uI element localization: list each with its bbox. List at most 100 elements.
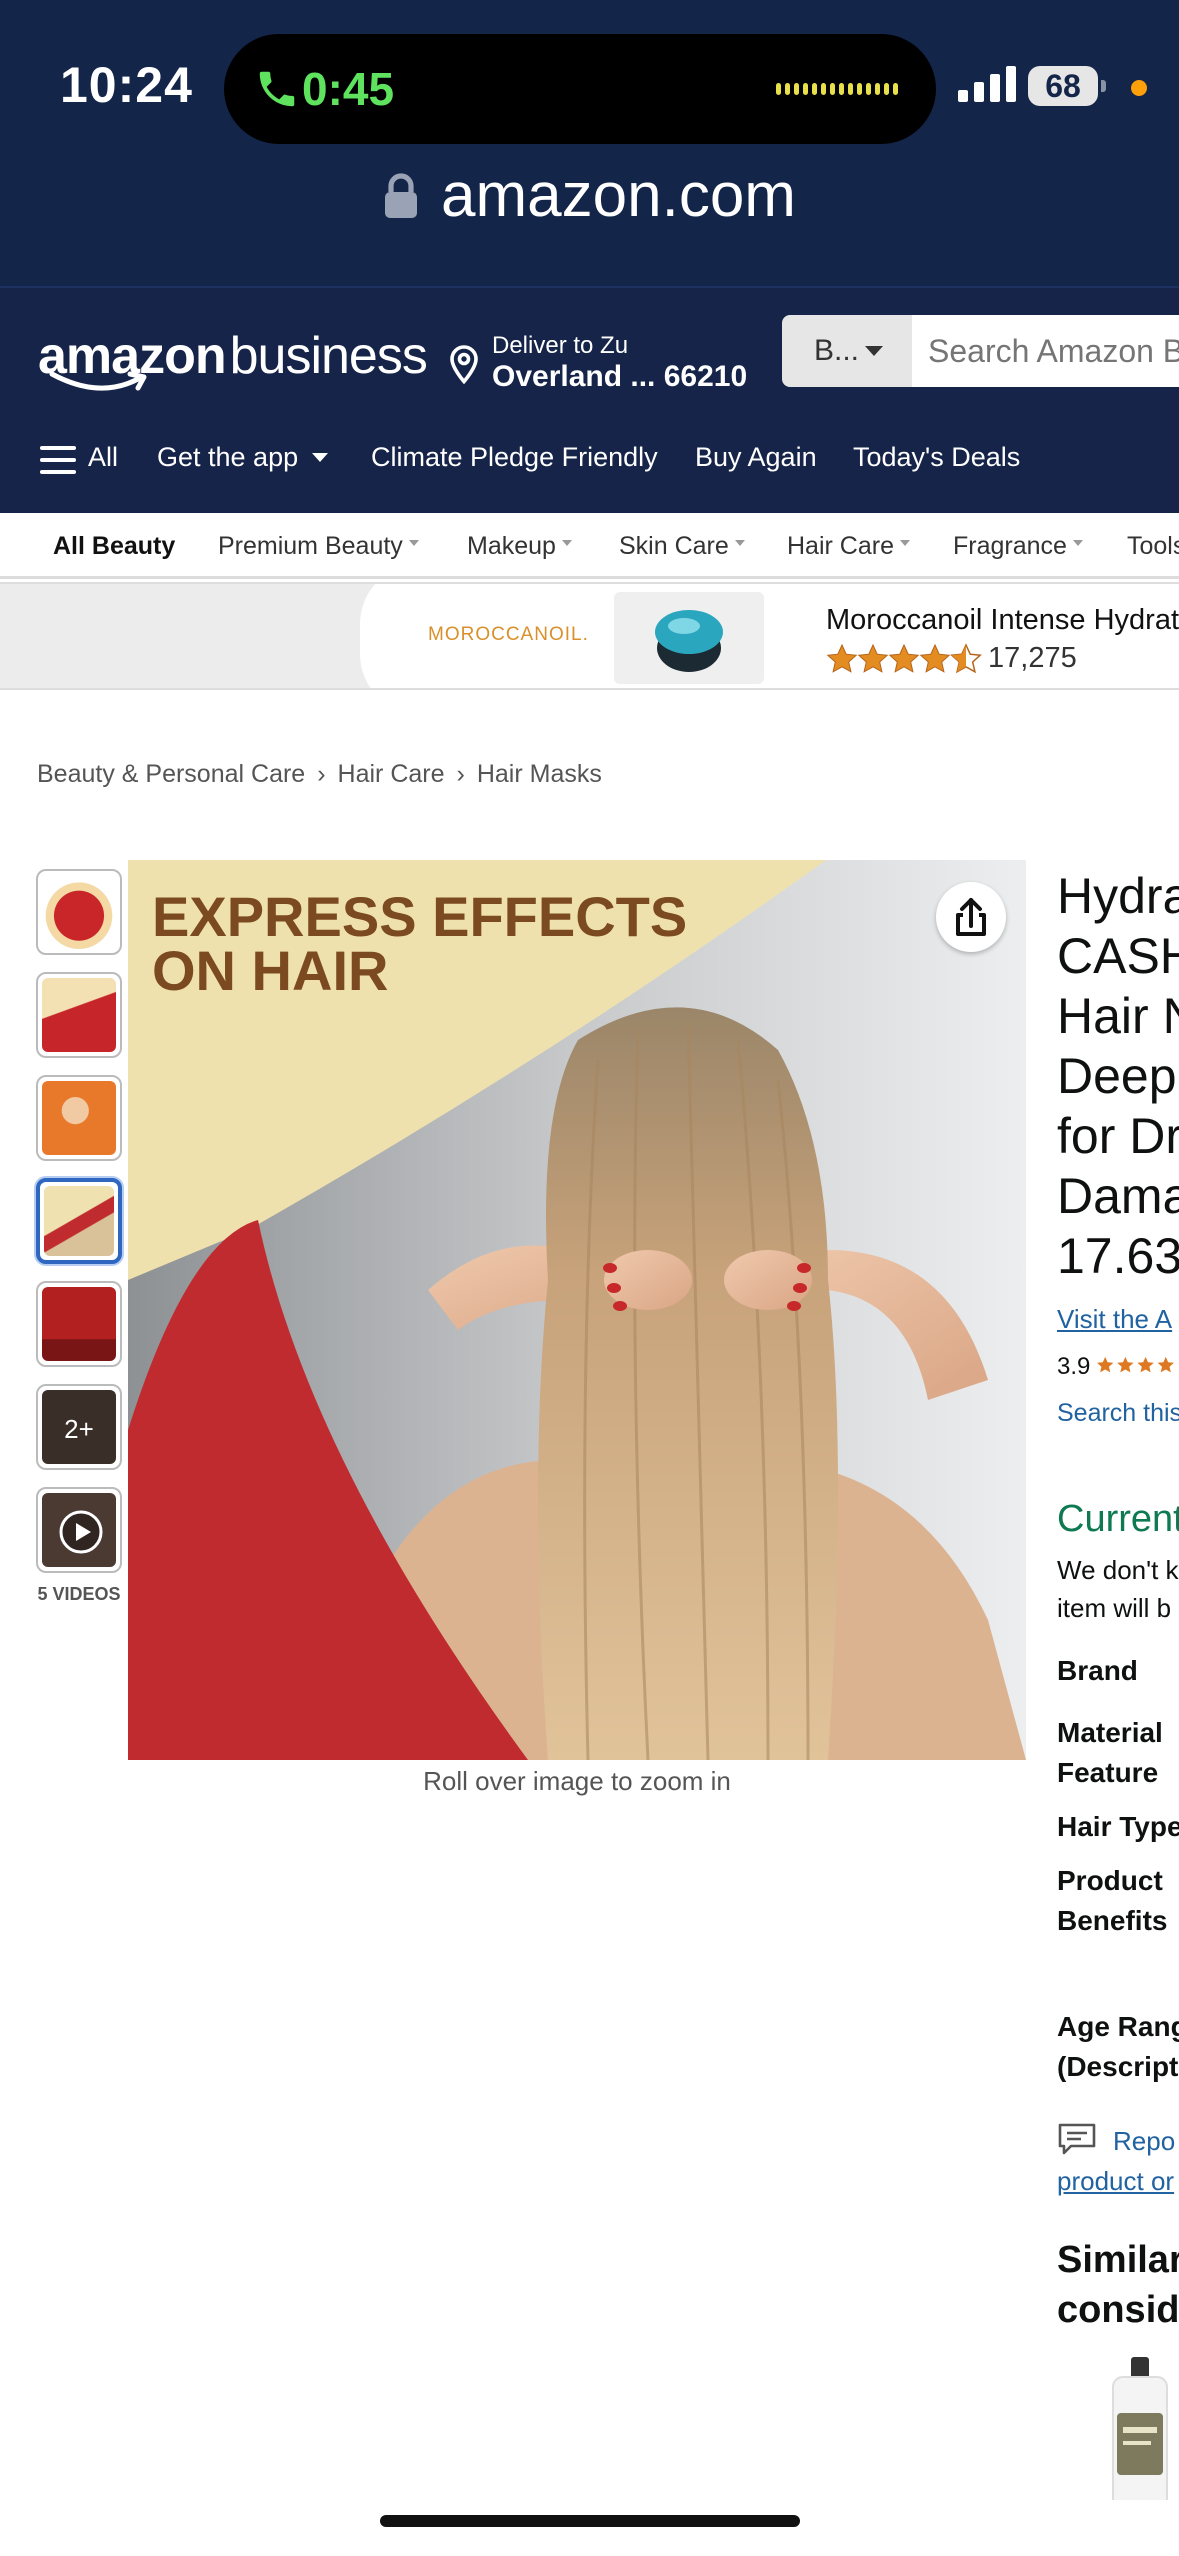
- nav-all[interactable]: All: [88, 442, 118, 473]
- category-tools[interactable]: Tools: [1127, 532, 1179, 561]
- category-makeup[interactable]: Makeup: [467, 532, 572, 561]
- battery-level: 68: [1028, 66, 1098, 106]
- brand-logo: MOROCCANOIL.: [428, 624, 589, 645]
- feedback-icon: [1058, 2123, 1096, 2155]
- cell-signal-icon: [958, 62, 1016, 102]
- breadcrumb-item[interactable]: Hair Masks: [477, 760, 602, 788]
- category-label: Fragrance: [953, 532, 1067, 560]
- home-indicator[interactable]: [380, 2515, 800, 2527]
- category-label: Hair Care: [787, 532, 894, 560]
- spec-benefits-label: Product: [1057, 1865, 1163, 1896]
- deliver-location[interactable]: Overland ... 66210: [492, 360, 747, 394]
- search-input[interactable]: [912, 315, 1179, 387]
- spec-age-label: Age Rang: [1057, 2011, 1179, 2042]
- mic-indicator-icon: [1131, 80, 1147, 96]
- deliver-to-label[interactable]: Deliver to Zu: [492, 332, 628, 360]
- main-product-image[interactable]: EXPRESS EFFECTS ON HAIR: [128, 860, 1026, 1760]
- nav-climate-pledge[interactable]: Climate Pledge Friendly: [371, 442, 658, 473]
- breadcrumb-item[interactable]: Hair Care: [338, 760, 445, 788]
- chevron-down-icon: [561, 540, 572, 546]
- nav-get-the-app[interactable]: Get the app: [157, 442, 329, 473]
- videos-label[interactable]: 5 VIDEOS: [36, 1584, 122, 1605]
- thumbnail-more[interactable]: 2+: [36, 1384, 122, 1470]
- search-category-dropdown[interactable]: B...: [782, 315, 912, 387]
- product-title: Hydra CASH Hair N Deep for Dr Dama 17.63: [1057, 866, 1179, 1286]
- availability-line: item will b: [1057, 1593, 1172, 1623]
- breadcrumb: Beauty & Personal Care › Hair Care › Hair Ma…: [37, 760, 602, 789]
- report-issue[interactable]: Repo product or: [1057, 2121, 1179, 2201]
- title-line: Dama: [1057, 1168, 1179, 1224]
- category-fragrance[interactable]: Fragrance: [953, 532, 1083, 561]
- browser-chrome: 10:24 0:45 68 amazon.com: [0, 0, 1179, 288]
- spec-benefits-label: Benefits: [1057, 1905, 1168, 1936]
- nav-todays-deals[interactable]: Today's Deals: [853, 442, 1020, 473]
- similar-item-thumbnail[interactable]: [1109, 2357, 1179, 2500]
- report-link[interactable]: product or: [1057, 2161, 1179, 2201]
- play-icon: [59, 1510, 103, 1554]
- lock-icon: [385, 173, 418, 218]
- address-bar[interactable]: amazon.com: [0, 160, 1179, 231]
- search-this-page-link[interactable]: Search this: [1057, 1399, 1179, 1428]
- thumbnail-video[interactable]: [36, 1487, 122, 1573]
- star-rating-icon: [826, 642, 986, 676]
- chevron-down-icon: [312, 453, 329, 462]
- share-button[interactable]: [936, 882, 1006, 952]
- product-jar-icon: [655, 610, 723, 672]
- similar-heading-line: Similar: [1057, 2239, 1179, 2281]
- chevron-down-icon: [734, 540, 745, 546]
- image-thumbnails: 2+ 5 VIDEOS: [36, 869, 124, 1605]
- thumbnail-4-selected[interactable]: [36, 1178, 122, 1264]
- rating-value: 3.9: [1057, 1353, 1091, 1380]
- chevron-right-icon: ›: [456, 760, 465, 788]
- sponsored-banner[interactable]: MOROCCANOIL. Moroccanoil Intense Hydrat: [0, 582, 1179, 690]
- category-premium-beauty[interactable]: Premium Beauty: [218, 532, 419, 561]
- title-line: Deep: [1057, 1048, 1177, 1104]
- title-line: Hair N: [1057, 988, 1179, 1044]
- category-label: Premium Beauty: [218, 532, 403, 560]
- chevron-down-icon: [1072, 540, 1083, 546]
- product-rating[interactable]: 3.9: [1057, 1353, 1179, 1381]
- chevron-right-icon: ›: [317, 760, 326, 788]
- audio-wave-icon: [776, 83, 898, 95]
- zoom-hint: Roll over image to zoom in: [423, 1766, 731, 1796]
- availability-line: We don't k: [1057, 1555, 1179, 1585]
- thumbnail-2[interactable]: [36, 972, 122, 1058]
- similar-items-heading: Similar conside: [1057, 2235, 1179, 2335]
- category-hair-care[interactable]: Hair Care: [787, 532, 910, 561]
- location-pin-icon[interactable]: [446, 344, 482, 386]
- phone-icon: [259, 71, 295, 107]
- title-line: 17.63: [1057, 1228, 1179, 1284]
- banner-title: Moroccanoil Intense Hydrat: [826, 604, 1179, 636]
- hamburger-menu-icon[interactable]: [40, 446, 76, 476]
- visit-store-link[interactable]: Visit the A: [1057, 1304, 1179, 1335]
- availability-text: We don't k item will b: [1057, 1551, 1179, 1627]
- category-all-beauty[interactable]: All Beauty: [53, 532, 175, 561]
- category-skin-care[interactable]: Skin Care: [619, 532, 745, 561]
- headline-line-1: EXPRESS EFFECTS: [152, 885, 688, 948]
- review-count[interactable]: 17,275: [988, 642, 1077, 675]
- thumbnail-1[interactable]: [36, 869, 122, 955]
- site-header: amazonbusiness Deliver to Zu Overland ..…: [0, 288, 1179, 513]
- call-indicator[interactable]: 0:45: [224, 34, 936, 144]
- thumbnail-3[interactable]: [36, 1075, 122, 1161]
- status-time: 10:24: [60, 57, 193, 113]
- battery-tip-icon: [1101, 80, 1106, 92]
- category-bar: All Beauty Premium Beauty Makeup Skin Ca…: [0, 513, 1179, 579]
- report-link[interactable]: Repo: [1113, 2126, 1175, 2156]
- image-headline: EXPRESS EFFECTS ON HAIR: [152, 885, 688, 999]
- spec-hair-type-label: Hair Type: [1057, 1811, 1179, 1842]
- chevron-down-icon: [899, 540, 910, 546]
- title-line: for Dr: [1057, 1108, 1179, 1164]
- spec-material-label: Feature: [1057, 1757, 1159, 1788]
- more-images-count: 2+: [64, 1414, 94, 1444]
- chevron-down-icon: [408, 540, 419, 546]
- spec-table: Brand Material Feature Hair Type Product…: [1057, 1651, 1179, 2087]
- breadcrumb-item[interactable]: Beauty & Personal Care: [37, 760, 305, 788]
- banner-background: [0, 584, 380, 688]
- url-text: amazon.com: [441, 161, 796, 230]
- spec-brand-label: Brand: [1057, 1655, 1138, 1686]
- thumbnail-5[interactable]: [36, 1281, 122, 1367]
- nav-bar: All Get the app Climate Pledge Friendly …: [0, 418, 1179, 498]
- similar-heading-line: conside: [1057, 2289, 1179, 2331]
- nav-buy-again[interactable]: Buy Again: [695, 442, 817, 473]
